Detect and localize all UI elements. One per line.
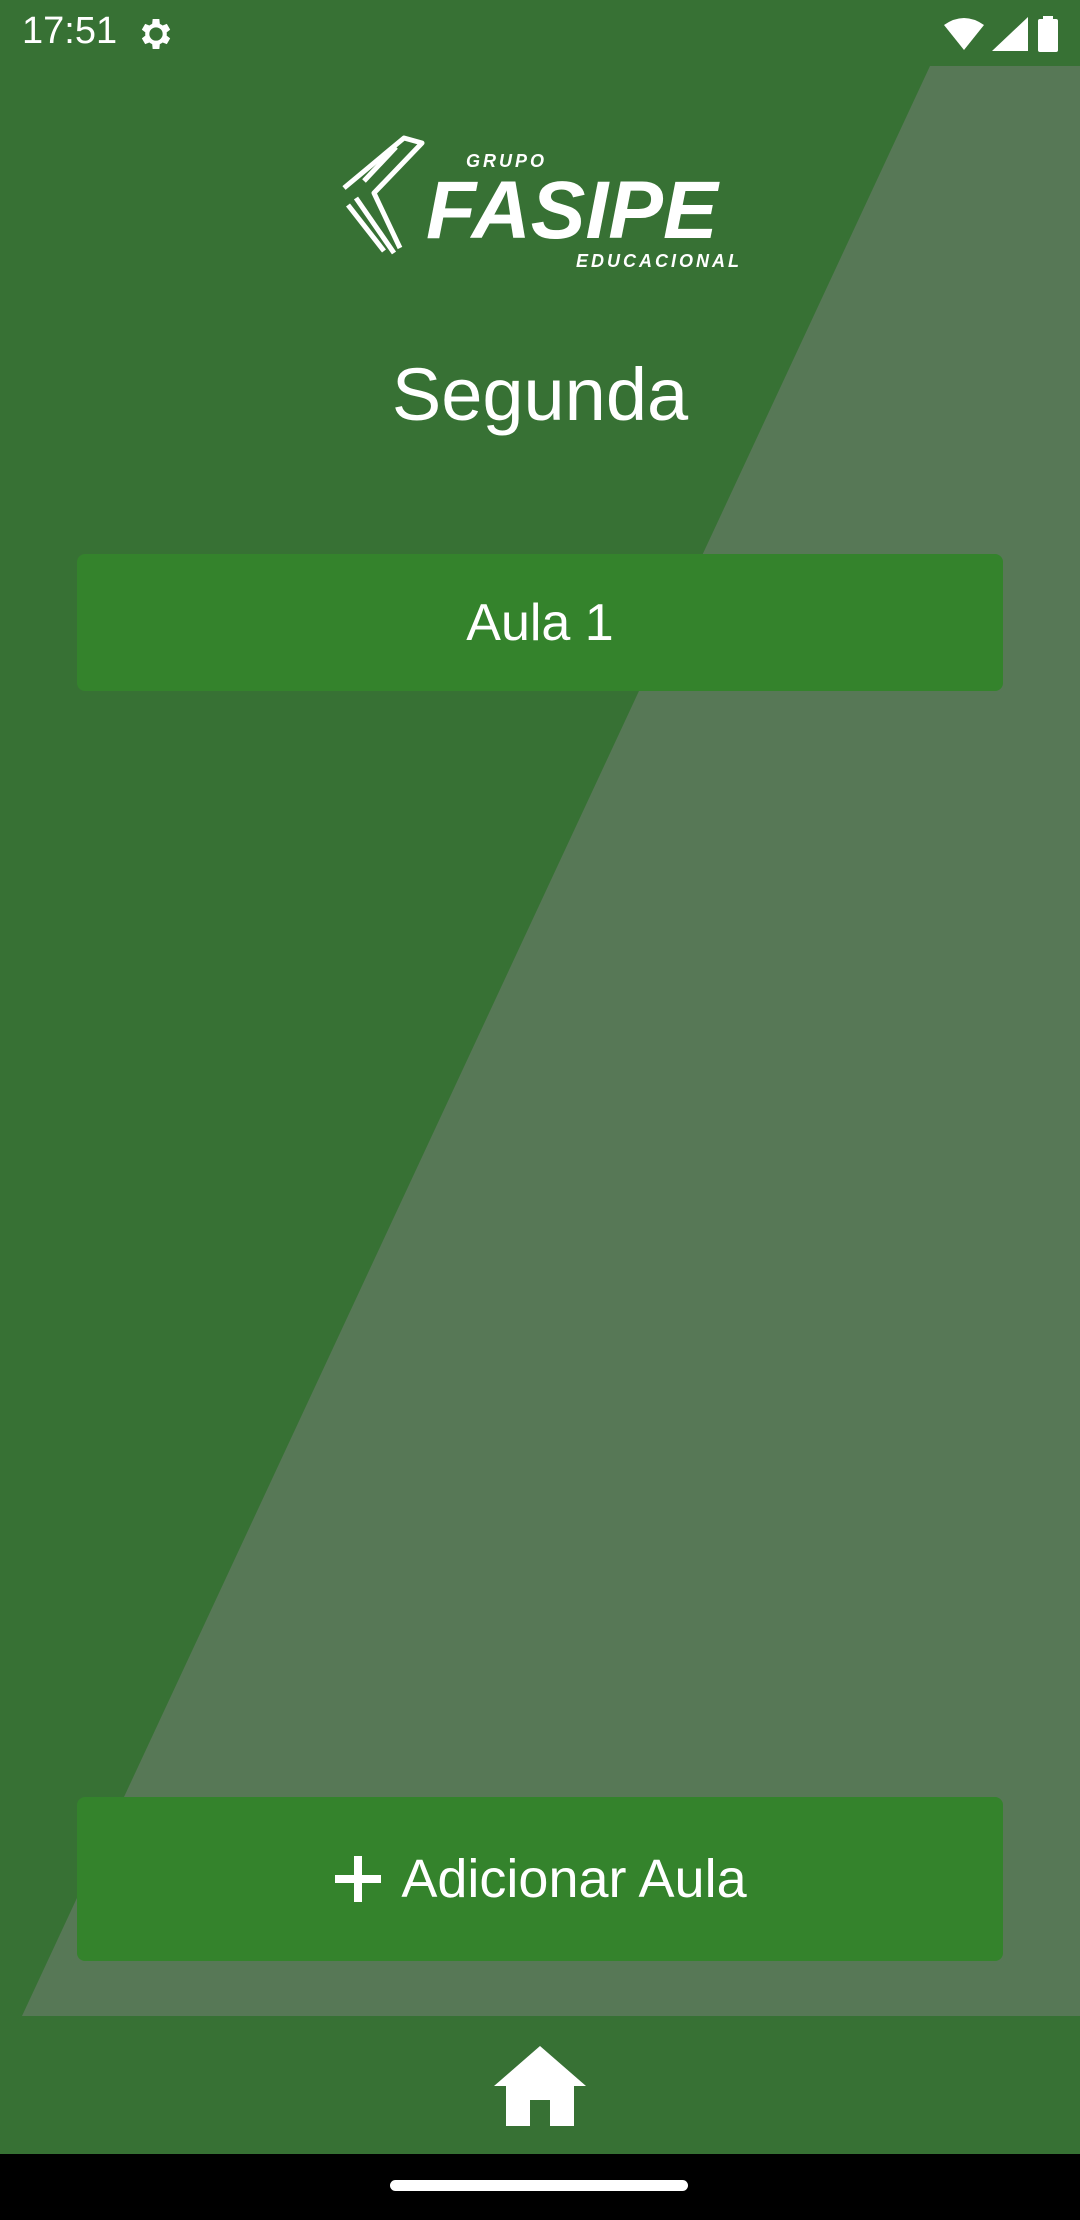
lesson-item-button[interactable]: Aula 1 bbox=[77, 554, 1003, 691]
fasipe-logo: GRUPO FASIPE EDUCACIONAL bbox=[342, 135, 742, 271]
plus-icon bbox=[335, 1856, 382, 1902]
lesson-item-label: Aula 1 bbox=[466, 593, 614, 652]
gear-icon bbox=[141, 19, 171, 49]
add-lesson-label: Adicionar Aula bbox=[401, 1849, 747, 1909]
add-lesson-button[interactable]: Adicionar Aula bbox=[77, 1797, 1003, 1961]
logo-sub-text: EDUCACIONAL bbox=[576, 251, 742, 271]
home-icon[interactable] bbox=[494, 2046, 586, 2126]
status-icons bbox=[944, 12, 1060, 56]
status-bar: 17:51 bbox=[0, 0, 1080, 66]
page-title: Segunda bbox=[391, 353, 689, 436]
signal-icon bbox=[992, 17, 1028, 51]
home-gesture-handle[interactable] bbox=[390, 2180, 688, 2191]
battery-icon bbox=[1038, 16, 1058, 52]
logo-brand-text: FASIPE bbox=[426, 165, 720, 256]
app-screen: 17:51 GRUPO FASIPE EDUCACIONAL Segunda A… bbox=[0, 0, 1080, 2220]
status-time: 17:51 bbox=[22, 10, 118, 52]
wifi-icon bbox=[944, 18, 984, 50]
